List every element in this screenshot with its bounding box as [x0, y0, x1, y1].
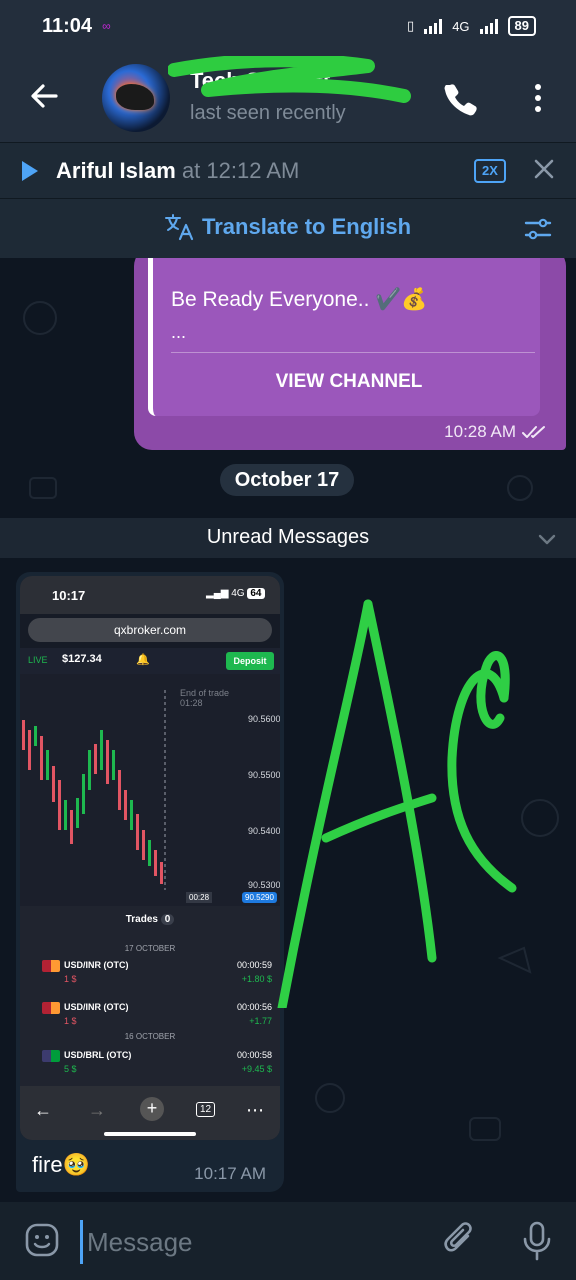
screenshot-time: 10:17 [52, 588, 86, 603]
chat-header: Tech Support last seen recently [0, 52, 576, 142]
balance: $127.34 [62, 653, 102, 665]
trade-row: USD/INR (OTC) 1 $ 00:00:59 +1.80 $ [32, 958, 272, 988]
message-meta: 10:28 AM [444, 422, 548, 442]
unread-messages-bar: Unread Messages [0, 518, 576, 558]
back-button[interactable] [26, 78, 62, 114]
unread-label: Unread Messages [206, 526, 370, 548]
date-divider: October 17 [220, 464, 354, 496]
translate-bar[interactable]: Translate to English [0, 198, 576, 258]
filter-icon[interactable] [524, 215, 552, 243]
outgoing-message[interactable]: Be Ready Everyone.. ✔️💰 ... VIEW CHANNEL… [134, 258, 566, 450]
message-time: 10:17 AM [194, 1164, 266, 1183]
battery-indicator: 89 [507, 16, 536, 36]
trade-pair: USD/INR (OTC) [64, 960, 129, 970]
translate-label: Translate to English [202, 214, 412, 239]
arrow-left-icon: ← [34, 1100, 52, 1120]
more-dot [535, 106, 541, 112]
trade-pair: USD/BRL (OTC) [64, 1050, 132, 1060]
home-indicator [104, 1132, 196, 1136]
pinned-name: Ariful Islam [56, 158, 176, 183]
trade-amount: 1 $ [64, 974, 77, 984]
incoming-photo-message[interactable]: 10:17 ▂▄▆ 4G 64 qxbroker.com LIVE $127.3… [16, 572, 284, 1192]
status-bar: 11:04 ∞ ▯ 4G 89 [0, 0, 576, 52]
flag-icon [42, 1002, 60, 1014]
pinned-sender: Ariful Islam at 12:12 AM [56, 158, 299, 184]
screenshot-url-bar: qxbroker.com [28, 618, 272, 642]
activity-icon: ∞ [102, 19, 111, 33]
bell-icon: 🔔 [136, 654, 150, 666]
plus-icon: + [140, 1097, 164, 1121]
message-composer: Message [0, 1202, 576, 1280]
channel-preview[interactable]: Be Ready Everyone.. ✔️💰 ... VIEW CHANNEL [148, 258, 540, 416]
candlesticks [22, 690, 166, 890]
photo-caption: fire🥹 [32, 1152, 90, 1177]
trade-amount: 1 $ [64, 1016, 77, 1026]
more-dot [535, 95, 541, 101]
trades-date-section: 16 OCTOBER [124, 1032, 176, 1041]
trade-pnl: +1.77 [249, 1016, 272, 1026]
trades-panel: Trades 0 17 OCTOBER USD/INR (OTC) 1 $ 00… [20, 906, 280, 1086]
pinned-audio-bar[interactable]: Ariful Islam at 12:12 AM 2X [0, 142, 576, 198]
trades-title: Trades 0 [20, 914, 280, 925]
trade-pair: USD/INR (OTC) [64, 1002, 129, 1012]
screenshot-browser-nav: ← → + 12 ⋯ [20, 1086, 280, 1140]
translate-button[interactable]: Translate to English [164, 213, 411, 241]
flag-icon [42, 1050, 60, 1062]
arrow-right-icon: → [88, 1100, 106, 1120]
redaction-scribble [168, 56, 411, 103]
avatar[interactable] [102, 64, 170, 132]
message-text: Be Ready Everyone.. ✔️💰 [171, 288, 428, 311]
hand-drawing [277, 599, 517, 1008]
signal-icon-2 [479, 18, 498, 34]
trade-row: USD/INR (OTC) 1 $ 00:00:56 +1.77 [32, 1000, 272, 1030]
trade-amount: 5 $ [64, 1064, 77, 1074]
close-icon[interactable] [532, 157, 556, 181]
status-time: 11:04 [42, 14, 93, 37]
screenshot-status-bar: 10:17 ▂▄▆ 4G 64 [20, 576, 280, 614]
trade-pnl: +9.45 $ [241, 1064, 272, 1074]
more-options-button[interactable] [526, 80, 550, 116]
emoji-icon[interactable] [24, 1222, 60, 1258]
more-horizontal-icon: ⋯ [246, 1100, 264, 1120]
more-dot [535, 84, 541, 90]
call-button[interactable] [442, 80, 478, 116]
trades-label: Trades [125, 914, 158, 925]
play-icon[interactable] [22, 161, 38, 181]
live-badge: LIVE [28, 655, 48, 665]
trades-count: 0 [160, 914, 175, 925]
chevron-down-icon[interactable] [536, 528, 558, 550]
vibrate-icon: ▯ [407, 18, 415, 33]
chat-area[interactable]: Be Ready Everyone.. ✔️💰 ... VIEW CHANNEL… [0, 258, 576, 1202]
double-check-icon [522, 426, 545, 438]
network-label: 4G [452, 18, 470, 34]
status-indicators: ▯ 4G 89 [407, 16, 536, 36]
message-ellipsis: ... [171, 322, 187, 342]
view-channel-button[interactable]: VIEW CHANNEL [153, 360, 545, 404]
timer-badge: 00:28 [186, 892, 213, 903]
message-time: 10:28 AM [444, 422, 516, 441]
paperclip-icon[interactable] [442, 1222, 478, 1260]
screenshot-network: ▂▄▆ 4G 64 [206, 588, 265, 599]
trades-date-section: 17 OCTOBER [124, 944, 176, 953]
divider [171, 352, 535, 353]
signal-icon [424, 18, 443, 34]
tabs-count: 12 [196, 1102, 216, 1117]
message-input[interactable]: Message [80, 1220, 420, 1264]
screenshot-network-label: 4G [231, 588, 245, 599]
candlestick-chart: End of trade 01:28 90.5600 90.5500 90.540… [20, 674, 280, 906]
screenshot-trading-bar: LIVE $127.34 🔔 Deposit [20, 648, 280, 674]
trade-row: USD/BRL (OTC) 5 $ 00:00:58 +9.45 $ [32, 1048, 272, 1078]
mic-icon[interactable] [520, 1220, 554, 1262]
translate-icon [165, 214, 194, 241]
playback-speed-button[interactable]: 2X [474, 159, 506, 183]
flag-icon [42, 960, 60, 972]
shared-screenshot[interactable]: 10:17 ▂▄▆ 4G 64 qxbroker.com LIVE $127.3… [20, 576, 280, 1140]
pinned-time: at 12:12 AM [181, 158, 300, 183]
trade-duration: 00:00:58 [236, 1050, 272, 1060]
